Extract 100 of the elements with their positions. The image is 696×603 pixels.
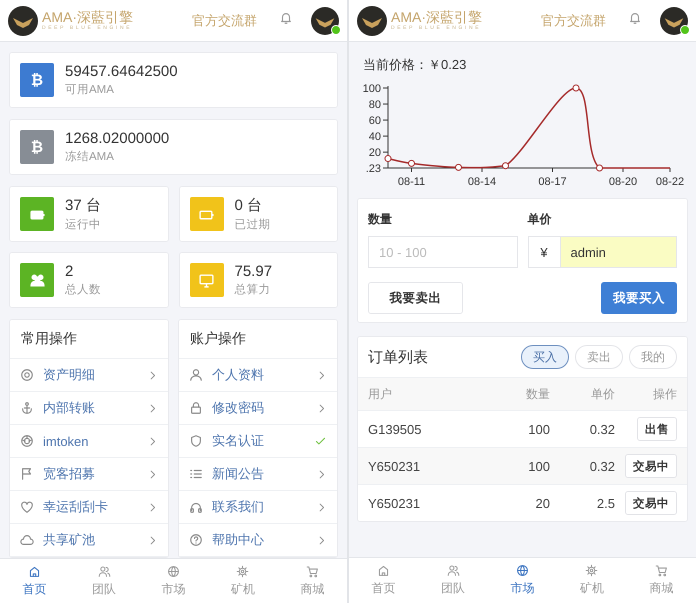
tick-label: 08-14 [468,176,496,188]
stat-label: 冻结AMA [65,150,115,164]
panel-title: 账户操作 [190,330,246,348]
bell-icon [279,11,293,25]
aperture-icon [20,434,34,448]
list-title: 订单列表 [368,348,429,366]
cart-icon [654,564,668,577]
lock-icon [189,401,203,415]
data-point [596,164,603,172]
tick-label: 20 [368,147,381,160]
stat-value: 1268.02000000 [65,130,170,147]
stat-value: 2 [65,263,74,280]
users-icon [446,564,460,577]
column-header: 操作 [652,386,677,402]
filter-tab[interactable]: 买入 [521,345,569,369]
tick-label: 08-11 [398,176,426,188]
column-header: 数量 [525,386,550,402]
home-icon [377,564,390,577]
field-label: 单价 [528,211,552,228]
action-button[interactable]: 交易中 [625,454,677,478]
menu-item[interactable]: 宽客招募 [10,458,168,491]
quantity-field[interactable]: 10 - 100 [368,236,518,268]
stat-value: 0 台 [234,196,264,215]
tick-label: .23 [366,163,381,175]
nav-tab[interactable]: 团队 [69,559,139,603]
gear-icon [585,564,598,577]
menu-item[interactable]: 实名认证 [179,425,337,458]
nav-tab[interactable]: 商城 [626,558,696,603]
nav-tab[interactable]: 商城 [278,559,347,603]
brand-name: AMA·深藍引擎 [42,10,133,24]
column-header: 单价 [590,386,615,402]
nav-tab[interactable]: 市场 [488,558,558,603]
table-cell-text: 2.5 [596,496,615,510]
data-point [408,160,415,167]
menu-item[interactable]: 资产明细 [10,359,168,392]
shield-icon [189,434,203,448]
home-icon [28,565,42,578]
data-point [502,162,509,170]
stat-value: 37 台 [65,196,101,215]
tick-label: 100 [362,83,381,95]
cloud-icon [20,533,34,547]
list-icon [189,467,203,481]
menu-item[interactable]: 帮助中心 [179,524,337,557]
nav-tab[interactable]: 矿机 [557,558,627,603]
stat-value: 75.97 [234,263,272,280]
tick-label: 08-22 [656,176,684,188]
menu-item[interactable]: imtoken [10,425,168,458]
table-cell-text: 100 [527,422,550,436]
menu-item[interactable]: 共享矿池 [10,524,168,557]
table-cell-text: 100 [527,458,550,474]
help-icon [189,533,203,547]
stat-label: 总算力 [234,282,272,297]
table-cell-text: 0.32 [588,458,615,474]
logo-icon [8,6,38,36]
stat-label: 已过期 [234,218,270,232]
panel-title: 常用操作 [21,330,77,348]
menu-item[interactable]: 联系我们 [179,491,337,524]
users-icon [98,565,111,578]
filter-tab[interactable]: 卖出 [575,345,623,369]
nav-tab[interactable]: 首页 [349,558,418,603]
nav-tab[interactable]: 团队 [418,558,488,603]
buy-button[interactable]: 我要买入 [601,282,677,314]
globe-icon [167,565,180,578]
menu-item[interactable]: 内部转账 [10,392,168,425]
table-cell-text: 0.32 [588,422,615,436]
menu-item[interactable]: 新闻公告 [179,458,337,491]
nav-tab[interactable]: 矿机 [208,559,278,603]
coin-icon [20,368,34,382]
tick-label: 08-17 [538,176,567,188]
tick-label: 40 [368,131,381,144]
stat-label: 可用AMA [65,83,115,97]
filter-tab[interactable]: 我的 [629,345,677,369]
table-cell-text: 20 [534,496,550,510]
bitcoin-icon: ₿ [20,130,54,164]
bell-icon [628,11,642,25]
globe-icon [516,564,530,577]
table-cell-text: G139505 [368,422,422,436]
data-point [572,84,580,92]
user-icon [189,368,203,382]
sell-button[interactable]: 我要卖出 [368,282,463,314]
stat-value: 59457.64642500 [65,63,178,80]
flag-icon [20,467,34,481]
brand-name: AMA·深藍引擎 [391,10,482,24]
action-button[interactable]: 交易中 [625,491,677,515]
avatar[interactable] [660,6,688,34]
nav-tab[interactable]: 首页 [0,559,70,603]
action-button[interactable]: 出售 [637,417,677,441]
menu-item[interactable]: 修改密码 [179,392,337,425]
table-cell-text: Y650231 [368,496,422,510]
logo-icon [357,6,387,36]
avatar[interactable] [311,6,339,34]
tick-label: 60 [368,115,381,128]
headphones-icon [189,500,203,514]
nav-tab[interactable]: 市场 [138,559,208,603]
table-cell-text: Y650231 [368,458,422,474]
menu-item[interactable]: 幸运刮刮卡 [10,491,168,524]
tick-label: 08-20 [608,176,638,188]
current-price: 当前价格：￥0.23 [363,57,466,72]
menu-item[interactable]: 个人资料 [179,359,337,392]
price-field[interactable]: admin [560,236,677,268]
